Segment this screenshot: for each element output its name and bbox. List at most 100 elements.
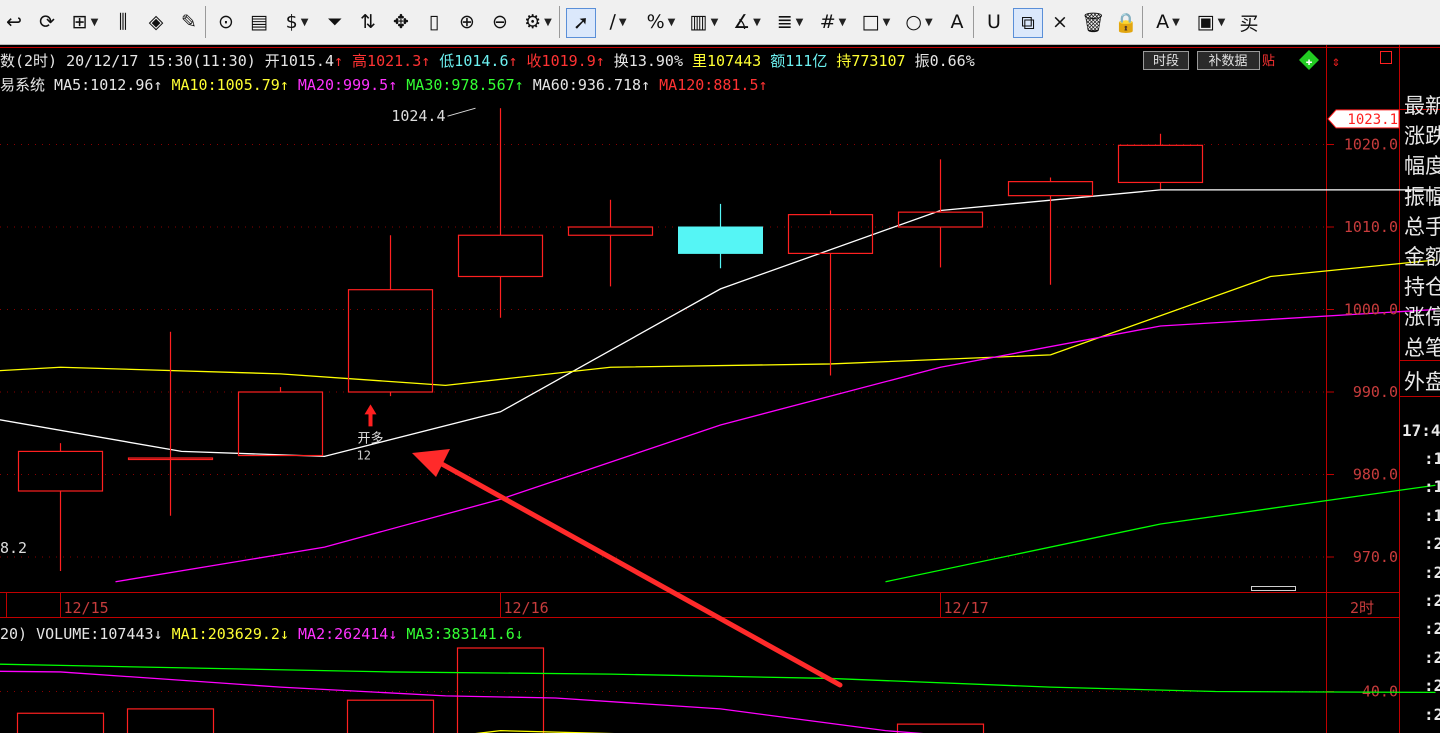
quote-field-label: 金额	[1404, 245, 1440, 269]
diamond-tool-icon[interactable]: ◈	[142, 8, 170, 36]
trade-time-header: 17:4	[1402, 421, 1440, 440]
volume_line-segment: ↓	[388, 625, 397, 643]
rect-tool-icon-glyph: □	[861, 11, 880, 33]
info_line-segment: 低1014.6	[430, 52, 508, 70]
grid-tool-icon[interactable]: # ▼	[814, 8, 852, 36]
kline-chart[interactable]: 数(2时) 20/12/17 15:30(11:30) 开1015.4↑ 高10…	[0, 45, 1440, 733]
volume_line-segment: MA3:383141.6	[397, 625, 514, 643]
period-tag[interactable]: 时段	[1143, 51, 1189, 70]
circle-tool-icon[interactable]: ○ ▼	[900, 8, 938, 36]
undo-icon-glyph: ↩	[6, 11, 22, 33]
lock-icon[interactable]: 🔒	[1112, 8, 1140, 36]
dollar-icon[interactable]: $ ▼	[278, 8, 316, 36]
copy-icon-glyph: ⧉	[1021, 12, 1035, 34]
ma_line-segment: MA30:978.567	[397, 76, 514, 94]
magnet-icon-glyph: U	[987, 11, 1001, 33]
magnet-icon[interactable]: U	[980, 8, 1008, 36]
candle-body	[678, 226, 763, 254]
candlestick-icon[interactable]: ⫼	[109, 8, 137, 36]
rect-tool-icon[interactable]: □ ▼	[857, 8, 895, 36]
delete-icon[interactable]: ×	[1046, 8, 1074, 36]
edit-icon[interactable]: ✎	[175, 8, 203, 36]
price-tick-label: 1020.0	[1344, 136, 1398, 154]
copy-icon[interactable]: ⧉	[1013, 8, 1043, 38]
play-icon[interactable]: ⊙	[212, 8, 240, 36]
chevron-down-icon[interactable]: ▼	[91, 17, 99, 28]
quote-field-label: 持仓	[1404, 275, 1440, 300]
volume-line: 20) VOLUME:107443↓ MA1:203629.2↓ MA2:262…	[0, 625, 524, 643]
ma_line-segment: ↑	[758, 76, 767, 94]
volume_line-segment: ↓	[154, 625, 163, 643]
info_line-segment: ↑	[509, 52, 518, 70]
price-tick-label: 970.0	[1353, 548, 1398, 566]
buy-icon[interactable]: 买	[1235, 8, 1263, 36]
document-icon-glyph: ▤	[250, 11, 268, 33]
layout-grid-icon[interactable]: ⊞ ▼	[66, 8, 104, 36]
refresh-cycle-icon[interactable]: ⟳	[33, 8, 61, 36]
settings-icon-glyph: ⚙	[524, 11, 542, 33]
swap-icon[interactable]: ⇅	[354, 8, 382, 36]
price-tick-label: 1010.0	[1344, 218, 1398, 236]
filter-icon[interactable]: ⏷	[321, 8, 349, 36]
up-down-arrow-icon[interactable]: ⇕	[1332, 54, 1340, 70]
ruler-tool-icon[interactable]: ▥ ▼	[685, 8, 723, 36]
angle-tool-icon[interactable]: ∡ ▼	[728, 8, 766, 36]
fill-data-tag[interactable]: 补数据	[1197, 51, 1260, 70]
signal-label: 开多	[357, 430, 383, 446]
chevron-down-icon[interactable]: ▼	[925, 17, 933, 28]
chevron-down-icon[interactable]: ▼	[301, 17, 309, 28]
trash-icon[interactable]: 🗑	[1079, 8, 1107, 36]
swap-icon-glyph: ⇅	[360, 11, 376, 33]
levels-tool-icon[interactable]: ≣ ▼	[771, 8, 809, 36]
document-icon[interactable]: ▤	[245, 8, 273, 36]
chevron-down-icon[interactable]: ▼	[1218, 17, 1226, 28]
chevron-down-icon[interactable]: ▼	[839, 17, 847, 28]
volume_line-segment: 20) VOLUME:107443	[0, 625, 154, 643]
info_line-segment: 振0.66%	[906, 52, 975, 70]
filter-icon-glyph: ⏷	[327, 11, 343, 33]
info_line-segment: 换13.90%	[605, 52, 683, 70]
chevron-down-icon[interactable]: ▼	[619, 17, 627, 28]
ma_line-segment: MA20:999.5	[289, 76, 388, 94]
candlestick-icon-glyph: ⫼	[118, 11, 128, 33]
delete-icon-glyph: ×	[1052, 11, 1068, 33]
column-icon[interactable]: ▯	[420, 8, 448, 36]
chevron-down-icon[interactable]: ▼	[753, 17, 761, 28]
ma_line-segment: ↑	[388, 76, 397, 94]
angle-tool-icon-glyph: ∡	[733, 11, 751, 33]
chevron-down-icon[interactable]: ▼	[668, 17, 676, 28]
zoom-in-icon[interactable]: ⊕	[453, 8, 481, 36]
info_line-segment: 里107443	[683, 52, 761, 70]
percent-tool-icon[interactable]: % ▼	[642, 8, 680, 36]
volume_line-segment: ↓	[515, 625, 524, 643]
zoom-out-icon[interactable]: ⊖	[486, 8, 514, 36]
fill-data-tag-label: 补数据	[1208, 54, 1247, 69]
chevron-down-icon[interactable]: ▼	[544, 17, 552, 28]
chevron-down-icon[interactable]: ▼	[711, 17, 719, 28]
circle-tool-icon-glyph: ○	[905, 11, 922, 33]
trade-tick-time: :1	[1424, 505, 1440, 525]
ma_line-segment: ↑	[515, 76, 524, 94]
trade-tick-time: :2	[1424, 534, 1440, 554]
undo-icon[interactable]: ↩	[0, 8, 28, 36]
info_line-segment: 持773107	[827, 52, 905, 70]
chevron-down-icon[interactable]: ▼	[796, 17, 804, 28]
text-tool-icon[interactable]: A	[943, 8, 971, 36]
info_line-segment: ↑	[596, 52, 605, 70]
trade-tick-time: :1	[1424, 477, 1440, 497]
settings-icon[interactable]: ⚙ ▼	[519, 8, 557, 36]
cursor-select-icon[interactable]: ➚	[566, 8, 596, 38]
ma_line-segment: MA60:936.718	[524, 76, 641, 94]
ruler-tool-icon-glyph: ▥	[689, 11, 708, 33]
trade-tick-time: :2	[1424, 704, 1440, 724]
font-color-icon[interactable]: A ▼	[1149, 8, 1187, 36]
period-tag-label: 时段	[1153, 54, 1179, 69]
chevron-down-icon[interactable]: ▼	[883, 17, 891, 28]
move-icon[interactable]: ✥	[387, 8, 415, 36]
save-icon[interactable]: ▣ ▼	[1192, 8, 1230, 36]
chevron-down-icon[interactable]: ▼	[1172, 17, 1180, 28]
line-tool-icon[interactable]: ∕ ▼	[599, 8, 637, 36]
save-icon-glyph: ▣	[1196, 11, 1215, 33]
info-line: 数(2时) 20/12/17 15:30(11:30) 开1015.4↑ 高10…	[0, 52, 975, 70]
cursor-select-icon-glyph: ➚	[573, 12, 589, 34]
